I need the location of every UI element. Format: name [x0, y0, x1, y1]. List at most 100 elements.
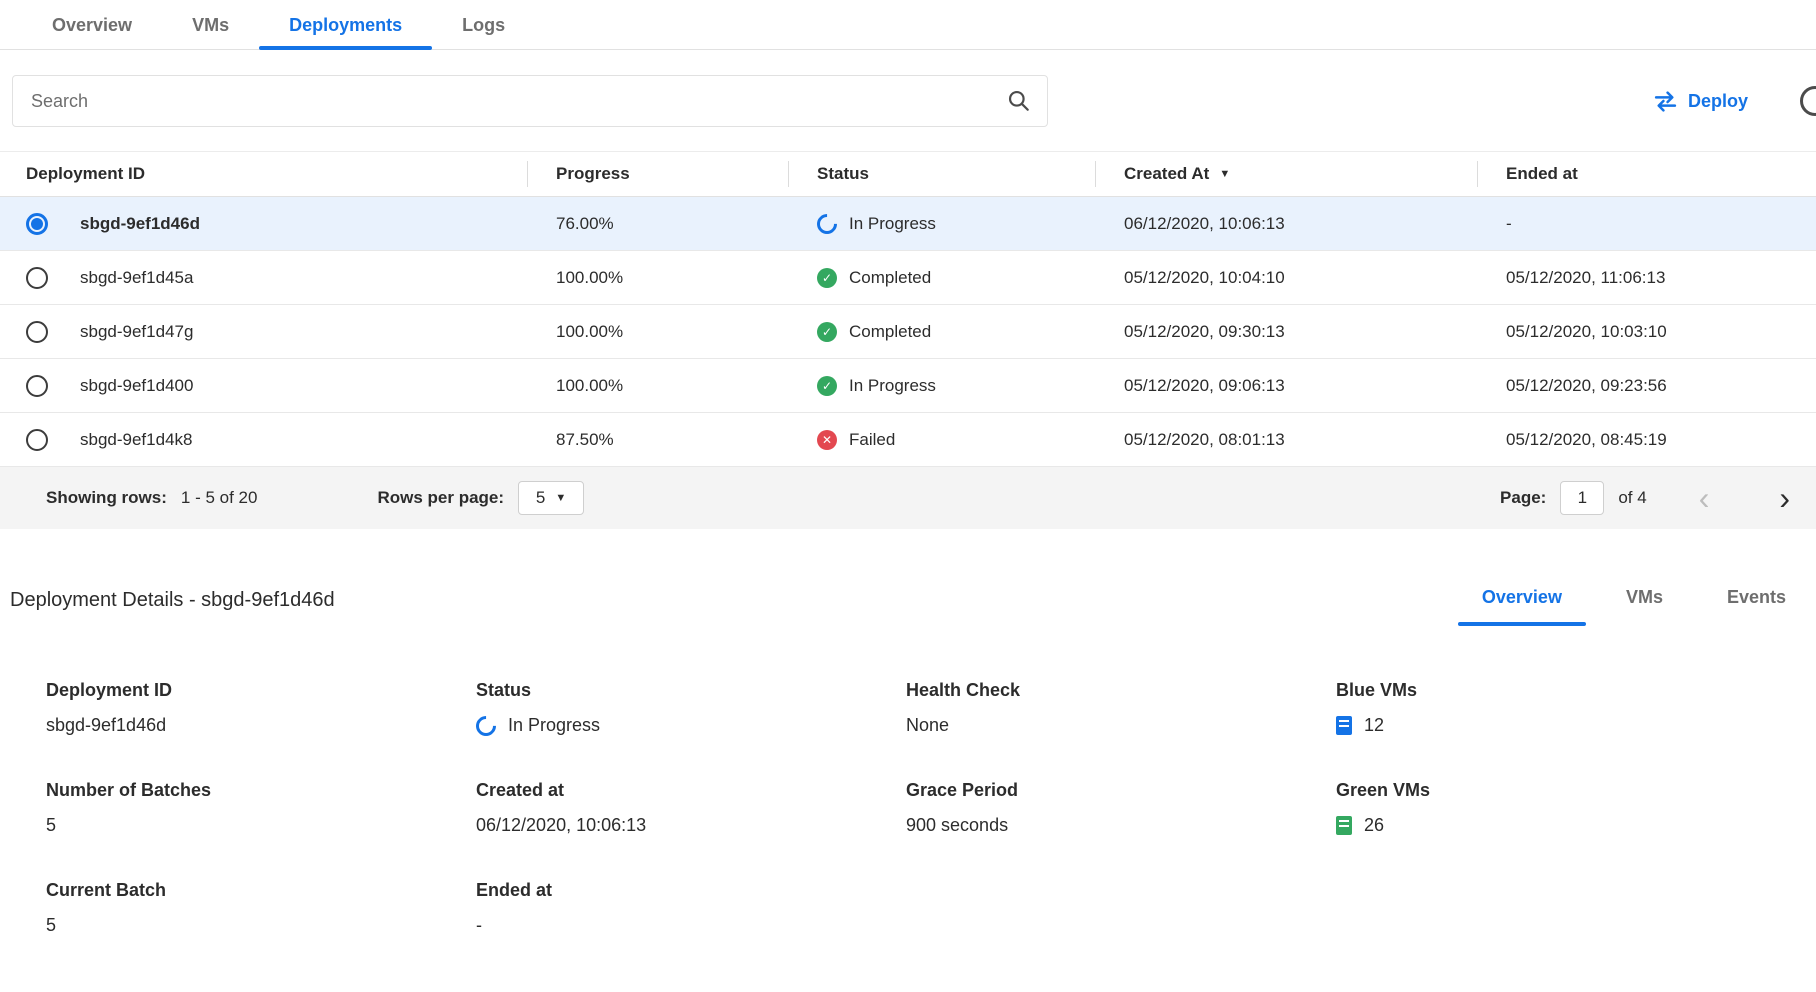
table-row[interactable]: sbgd-9ef1d46d 76.00% In Progress 06/12/2… [0, 197, 1816, 251]
detail-field-status: Status In Progress [476, 680, 906, 736]
table-row[interactable]: sbgd-9ef1d45a 100.00% Completed 05/12/20… [0, 251, 1816, 305]
created-at-cell: 05/12/2020, 09:06:13 [1095, 376, 1477, 396]
history-icon[interactable] [1800, 86, 1816, 116]
progress-cell: 76.00% [527, 214, 788, 234]
field-value: 26 [1336, 815, 1766, 836]
row-radio[interactable] [26, 213, 48, 235]
column-header-created-at[interactable]: Created At ▼ [1095, 152, 1477, 196]
field-label: Number of Batches [46, 780, 476, 801]
deployment-id-cell: sbgd-9ef1d400 [80, 376, 193, 396]
detail-field-health-check: Health Check None [906, 680, 1336, 736]
search-input[interactable] [29, 90, 1007, 113]
field-label: Created at [476, 780, 906, 801]
details-tab-bar: Overview VMs Events [1482, 587, 1786, 612]
ended-at-cell: 05/12/2020, 10:03:10 [1477, 322, 1816, 342]
column-header-deployment-id: Deployment ID [0, 152, 527, 196]
status-in-progress-icon [472, 711, 500, 739]
page-label: Page: [1500, 488, 1546, 508]
field-value: 06/12/2020, 10:06:13 [476, 815, 906, 836]
top-tab-bar: Overview VMs Deployments Logs [0, 0, 1816, 50]
field-label: Ended at [476, 880, 906, 901]
status-icon [817, 322, 837, 342]
field-value: sbgd-9ef1d46d [46, 715, 476, 736]
row-radio[interactable] [26, 429, 48, 451]
detail-field-number-of-batches: Number of Batches 5 [46, 780, 476, 836]
showing-rows-value: 1 - 5 of 20 [181, 488, 258, 508]
column-header-progress: Progress [527, 152, 788, 196]
field-value-text: 26 [1364, 815, 1384, 836]
search-icon [1007, 89, 1031, 113]
detail-field-blue-vms: Blue VMs 12 [1336, 680, 1766, 736]
field-value-text: 5 [46, 915, 56, 936]
column-header-ended-at: Ended at [1477, 152, 1816, 196]
field-value: 5 [46, 915, 476, 936]
progress-cell: 100.00% [527, 322, 788, 342]
detail-field-ended-at: Ended at - [476, 880, 906, 936]
page-total: of 4 [1618, 488, 1646, 508]
field-value: 12 [1336, 715, 1766, 736]
status-icon [817, 268, 837, 288]
showing-rows-label: Showing rows: [46, 488, 167, 508]
details-tab-overview[interactable]: Overview [1482, 587, 1562, 612]
column-header-status: Status [788, 152, 1095, 196]
field-value-text: sbgd-9ef1d46d [46, 715, 166, 736]
status-cell: In Progress [849, 376, 936, 396]
field-value-text: 900 seconds [906, 815, 1008, 836]
status-icon [813, 209, 841, 237]
field-value-text: None [906, 715, 949, 736]
deploy-button[interactable]: Deploy [1647, 90, 1754, 113]
field-value: None [906, 715, 1336, 736]
details-header: Deployment Details - sbgd-9ef1d46d Overv… [10, 587, 1816, 612]
table-row[interactable]: sbgd-9ef1d47g 100.00% Completed 05/12/20… [0, 305, 1816, 359]
details-grid: Deployment ID sbgd-9ef1d46d Status In Pr… [0, 680, 1816, 936]
row-radio[interactable] [26, 267, 48, 289]
tab-overview[interactable]: Overview [22, 2, 162, 49]
row-radio[interactable] [26, 375, 48, 397]
table-footer: Showing rows: 1 - 5 of 20 Rows per page:… [0, 467, 1816, 529]
table-header-row: Deployment ID Progress Status Created At… [0, 151, 1816, 197]
tab-logs[interactable]: Logs [432, 2, 535, 49]
page-input[interactable] [1560, 481, 1604, 515]
ended-at-cell: - [1477, 214, 1816, 234]
created-at-cell: 05/12/2020, 08:01:13 [1095, 430, 1477, 450]
deploy-swap-icon [1653, 91, 1678, 112]
deploy-button-label: Deploy [1688, 91, 1748, 112]
detail-field-created-at: Created at 06/12/2020, 10:06:13 [476, 780, 906, 836]
progress-cell: 100.00% [527, 376, 788, 396]
column-header-created-at-label: Created At [1124, 164, 1209, 184]
pager: Page: of 4 ‹ › [1500, 481, 1792, 515]
detail-field-current-batch: Current Batch 5 [46, 880, 476, 936]
sort-desc-icon: ▼ [1219, 168, 1230, 180]
detail-field-deployment-id: Deployment ID sbgd-9ef1d46d [46, 680, 476, 736]
progress-cell: 100.00% [527, 268, 788, 288]
caret-down-icon: ▼ [555, 492, 566, 504]
rows-per-page-label: Rows per page: [377, 488, 504, 508]
status-cell: Completed [849, 268, 931, 288]
details-tab-events[interactable]: Events [1727, 587, 1786, 612]
detail-field-grace-period: Grace Period 900 seconds [906, 780, 1336, 836]
created-at-cell: 05/12/2020, 10:04:10 [1095, 268, 1477, 288]
field-value-text: 06/12/2020, 10:06:13 [476, 815, 646, 836]
field-label: Status [476, 680, 906, 701]
page-next-icon[interactable]: › [1777, 482, 1792, 514]
status-cell: In Progress [849, 214, 936, 234]
tab-deployments[interactable]: Deployments [259, 2, 432, 49]
deployments-table: Deployment ID Progress Status Created At… [0, 151, 1816, 529]
table-row[interactable]: sbgd-9ef1d4k8 87.50% Failed 05/12/2020, … [0, 413, 1816, 467]
field-value-text: 12 [1364, 715, 1384, 736]
tab-vms[interactable]: VMs [162, 2, 259, 49]
progress-cell: 87.50% [527, 430, 788, 450]
field-label: Deployment ID [46, 680, 476, 701]
table-row[interactable]: sbgd-9ef1d400 100.00% In Progress 05/12/… [0, 359, 1816, 413]
details-title: Deployment Details - sbgd-9ef1d46d [10, 589, 335, 612]
rows-per-page-select[interactable]: 5 ▼ [518, 481, 584, 515]
row-radio[interactable] [26, 321, 48, 343]
status-cell: Completed [849, 322, 931, 342]
page-prev-icon[interactable]: ‹ [1697, 482, 1712, 514]
detail-field-green-vms: Green VMs 26 [1336, 780, 1766, 836]
details-tab-vms[interactable]: VMs [1626, 587, 1663, 612]
field-label: Blue VMs [1336, 680, 1766, 701]
toolbar: Deploy [12, 75, 1816, 127]
field-value: - [476, 915, 906, 936]
search-box [12, 75, 1048, 127]
